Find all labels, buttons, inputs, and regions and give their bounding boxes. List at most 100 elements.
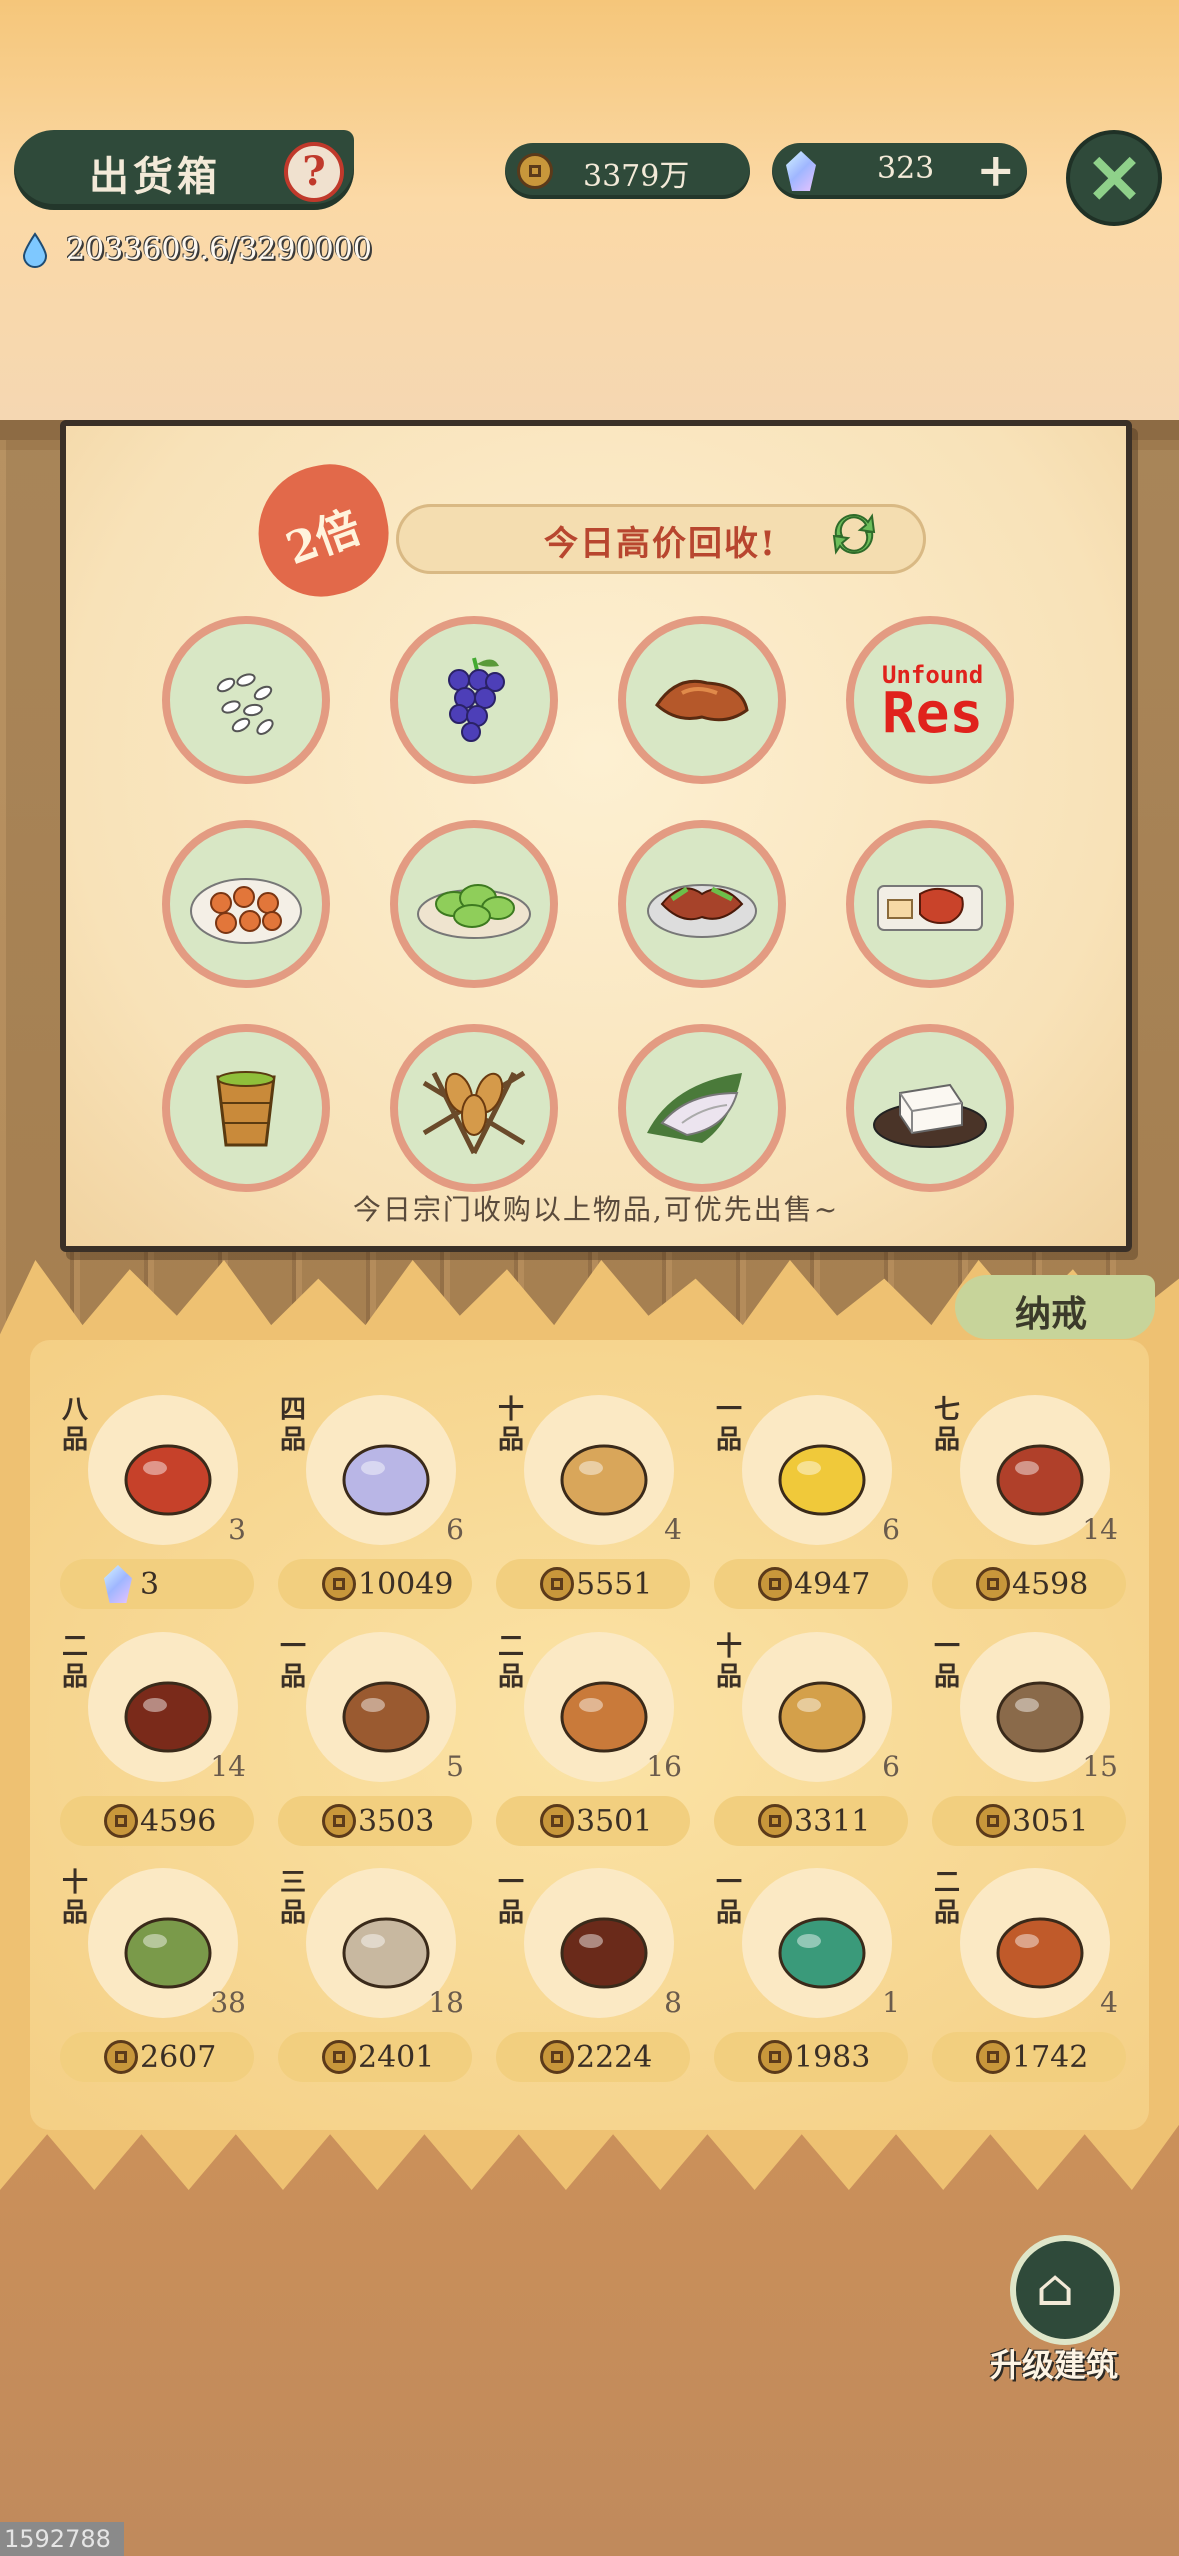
item-price-bar: 3 [60,1559,254,1609]
item-price: 4947 [794,1567,871,1602]
buyback-slot[interactable] [390,616,558,784]
item-price-bar: 3503 [278,1796,472,1846]
item-price: 2607 [140,2040,217,2075]
item-price-bar: 5551 [496,1559,690,1609]
coin-icon [976,1804,1010,1838]
buyback-banner-text: 今日高价回收! [544,524,777,564]
buyback-slot[interactable] [618,820,786,988]
item-price: 4596 [140,1804,217,1839]
fish-fillet-icon [647,1073,742,1143]
buyback-slot[interactable] [846,1024,1014,1192]
buyback-slot[interactable] [618,616,786,784]
item-price: 5551 [576,1567,653,1602]
inventory-item[interactable]: 二品 14 4596 [58,1632,258,1862]
grilled-skewers-icon [422,1070,526,1155]
inventory-item[interactable]: 十品 4 5551 [494,1395,694,1625]
item-price-bar: 10049 [278,1559,472,1609]
item-quantity: 14 [210,1750,246,1783]
item-quantity: 6 [882,1750,900,1783]
item-grade: 一品 [279,1632,306,1692]
item-grade: 一品 [715,1868,742,1928]
item-quantity: 4 [664,1513,682,1546]
item-price-bar: 4598 [932,1559,1126,1609]
inventory-item[interactable]: 八品 3 3 [58,1395,258,1625]
building-upgrade-icon: ⌂ [1036,2259,1075,2317]
build-id-label: 1592788 [0,2522,124,2556]
item-price-bar: 1742 [932,2032,1126,2082]
golden-artifact-icon [778,1444,866,1516]
spirit-stone-icon [104,1565,132,1603]
upgrade-building-button[interactable]: ⌂ [1010,2235,1120,2345]
inventory-item[interactable]: 七品 14 4598 [930,1395,1130,1625]
add-gems-button[interactable]: + [976,147,1015,193]
item-price: 10049 [358,1567,454,1602]
buyback-slot[interactable] [162,820,330,988]
gourd-icon [778,1681,866,1753]
buyback-slot[interactable] [162,616,330,784]
storage-ring-tab[interactable]: 纳戒 [955,1275,1155,1339]
buyback-board: 今日高价回收! 2倍 Unfound Res 今日宗门收购以上物品,可优先出售~ [60,420,1132,1252]
inventory-item[interactable]: 四品 6 10049 [276,1395,476,1625]
rice-grains-icon [216,673,274,735]
coin-icon [540,2040,574,2074]
item-quantity: 38 [210,1986,246,2019]
coin-icon [322,2040,356,2074]
inventory-item[interactable]: 二品 16 3501 [494,1632,694,1862]
inventory-item[interactable]: 十品 38 2607 [58,1868,258,2098]
help-button[interactable]: ? [284,142,344,202]
multiplier-text: 2倍 [279,501,368,576]
close-icon: ✕ [1086,140,1143,220]
coin-icon [104,2040,138,2074]
close-button[interactable]: ✕ [1066,130,1162,226]
buyback-slot[interactable] [618,1024,786,1192]
coin-icon [976,1567,1010,1601]
item-grade: 四品 [279,1395,306,1455]
buyback-slot[interactable] [846,820,1014,988]
refresh-icon[interactable] [826,506,882,562]
item-grade: 一品 [715,1395,742,1455]
item-quantity: 18 [428,1986,464,2019]
title-banner: 出货箱 ? [14,130,354,210]
green-tea-cup-icon [216,1071,276,1147]
inventory-item[interactable]: 十品 6 3311 [712,1632,912,1862]
item-quantity: 3 [228,1513,246,1546]
inventory-item[interactable]: 一品 15 3051 [930,1632,1130,1862]
coin-icon [322,1567,356,1601]
item-price-bar: 4596 [60,1796,254,1846]
item-quantity: 6 [446,1513,464,1546]
buyback-slot[interactable] [390,820,558,988]
item-quantity: 14 [1082,1513,1118,1546]
inventory-item[interactable]: 二品 4 1742 [930,1868,1130,2098]
item-price: 1983 [794,2040,871,2075]
inventory-item[interactable]: 一品 8 2224 [494,1868,694,2098]
item-price-bar: 3311 [714,1796,908,1846]
item-quantity: 1 [882,1986,900,2019]
item-grade: 二品 [497,1632,524,1692]
coin-icon [758,1567,792,1601]
inventory-item[interactable]: 三品 18 2401 [276,1868,476,2098]
coin-icon [758,1804,792,1838]
inventory-item[interactable]: 一品 5 3503 [276,1632,476,1862]
item-price: 3 [140,1567,160,1602]
coin-counter: 3379万 [505,143,750,199]
buyback-slot[interactable] [390,1024,558,1192]
item-price: 3503 [358,1804,435,1839]
robe-icon [342,1444,430,1516]
storage-ring-label: 纳戒 [1015,1293,1088,1335]
roast-duck-icon [877,885,983,931]
inventory-item[interactable]: 一品 1 1983 [712,1868,912,2098]
item-grade: 十品 [715,1632,742,1692]
coin-icon [540,1567,574,1601]
dumplings-plate-icon [190,878,302,944]
coin-icon [104,1804,138,1838]
item-grade: 十品 [497,1395,524,1455]
item-price-bar: 2224 [496,2032,690,2082]
buyback-slot[interactable] [162,1024,330,1192]
hotpot-icon [996,1917,1084,1989]
roasted-meat-icon [655,679,749,722]
grapes-icon [448,657,505,742]
item-grade: 一品 [933,1632,960,1692]
item-quantity: 16 [646,1750,682,1783]
inventory-item[interactable]: 一品 6 4947 [712,1395,912,1625]
buyback-slot[interactable]: Unfound Res [846,616,1014,784]
